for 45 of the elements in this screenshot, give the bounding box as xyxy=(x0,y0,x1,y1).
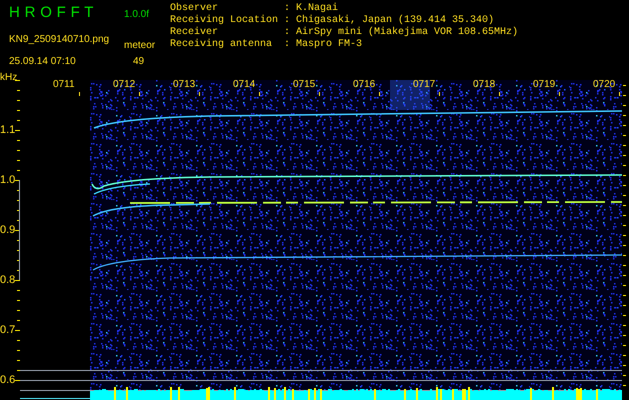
frequency-label: 1.0 xyxy=(0,174,16,186)
time-label: 0717 xyxy=(413,79,436,91)
time-label: 0719 xyxy=(533,79,556,91)
separator: : xyxy=(284,27,292,39)
info-value: Chigasaki, Japan (139.414 35.340) xyxy=(296,15,494,26)
tick-mark xyxy=(319,92,320,96)
info-value: AirSpy mini (Miakejima VOR 108.65MHz) xyxy=(296,27,518,39)
time-label: 0711 xyxy=(53,79,75,91)
time-label: 0720 xyxy=(593,79,616,91)
separator: : xyxy=(284,39,292,51)
info-label: Receiving antenna xyxy=(170,39,274,51)
time-label: 0716 xyxy=(353,79,376,91)
time-label: 0712 xyxy=(113,79,136,91)
frequency-label: 0.8 xyxy=(0,274,16,286)
time-label: 0718 xyxy=(473,79,496,91)
tick-mark xyxy=(439,92,440,96)
meteor-count: 49 xyxy=(132,54,144,68)
tick-mark xyxy=(139,92,140,96)
time-label: 0714 xyxy=(233,79,256,91)
unit-label: kHz xyxy=(0,72,18,84)
separator: : xyxy=(284,15,292,27)
time-label: 0713 xyxy=(173,79,196,91)
tick-mark xyxy=(559,92,560,96)
timestamp: 25.09.14 07:10 xyxy=(9,54,77,68)
separator: : xyxy=(284,3,292,15)
info-label: Observer xyxy=(170,3,220,14)
count-label: meteor xyxy=(124,38,156,52)
tick-mark xyxy=(199,92,200,96)
tick-mark xyxy=(79,92,80,96)
version-label: 1.0.0f xyxy=(124,8,150,22)
tick-mark xyxy=(619,92,620,96)
info-label: Receiving Location xyxy=(170,15,280,26)
tick-mark xyxy=(379,92,380,96)
time-label: 0715 xyxy=(293,79,316,91)
tick-mark xyxy=(499,92,500,96)
tick-mark xyxy=(259,92,260,96)
frequency-label: 0.6 xyxy=(0,374,16,386)
info-label: Receiver xyxy=(170,27,220,38)
info-value: Maspro FM-3 xyxy=(296,39,362,51)
frequency-label: 1.1 xyxy=(0,124,16,136)
info-value: K.Nagai xyxy=(296,3,338,14)
file-name: KN9_2509140710.png xyxy=(9,32,110,46)
frequency-label: 0.9 xyxy=(0,224,16,236)
app-title: H R O F F T xyxy=(9,3,95,23)
frequency-label: 0.7 xyxy=(0,324,16,336)
